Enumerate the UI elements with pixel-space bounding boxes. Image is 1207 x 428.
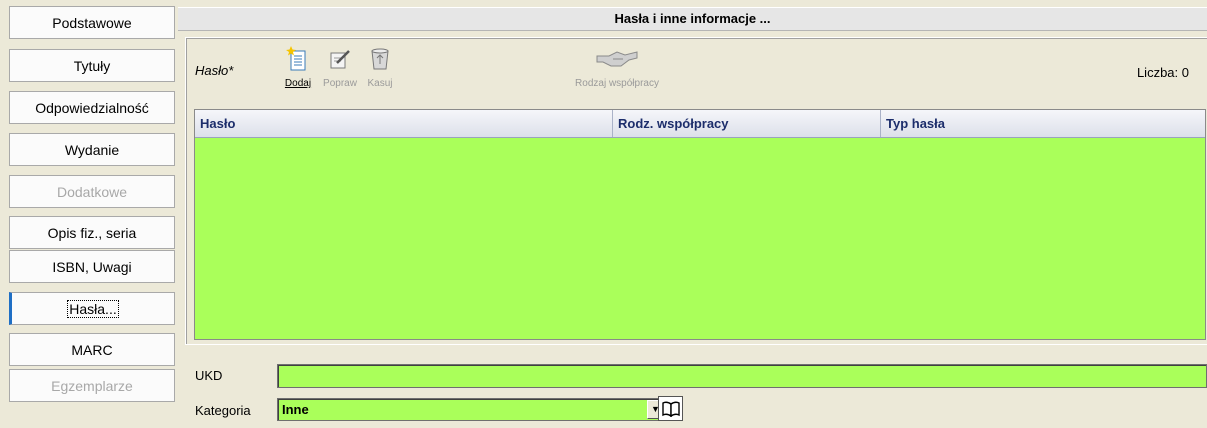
nav-label: Tytuły <box>73 57 111 74</box>
nav-opis-fiz[interactable]: Opis fiz., seria <box>9 216 175 249</box>
nav-label: Egzemplarze <box>51 377 133 394</box>
category-label: Kategoria <box>195 403 251 418</box>
nav-label: Odpowiedzialność <box>35 99 149 116</box>
table-header: Hasło Rodz. współpracy Typ hasła <box>195 110 1205 138</box>
edit-label: Popraw <box>323 78 357 89</box>
ukd-input[interactable] <box>277 364 1207 388</box>
column-header-rodz-wspolpracy[interactable]: Rodz. współpracy <box>613 110 881 137</box>
book-icon <box>661 401 680 417</box>
new-document-icon <box>286 46 310 72</box>
delete-button[interactable]: Kasuj <box>362 46 398 89</box>
haslo-label: Hasło* <box>195 63 234 78</box>
recycle-bin-icon <box>368 46 392 72</box>
cooperation-label: Rodzaj współpracy <box>575 78 659 89</box>
cooperation-button[interactable]: Rodzaj współpracy <box>562 46 672 89</box>
handshake-icon <box>595 46 639 72</box>
nav-label: Hasła... <box>67 299 119 318</box>
nav-label: Opis fiz., seria <box>47 224 137 241</box>
nav-label: Wydanie <box>64 141 120 158</box>
nav-tytuly[interactable]: Tytuły <box>9 49 175 82</box>
nav-wydanie[interactable]: Wydanie <box>9 133 175 166</box>
nav-dodatkowe[interactable]: Dodatkowe <box>9 175 175 208</box>
nav-isbn-uwagi[interactable]: ISBN, Uwagi <box>9 250 175 283</box>
nav-odpowiedzialnosc[interactable]: Odpowiedzialność <box>9 91 175 124</box>
hasla-panel: Hasła i inne informacje ... Hasło* Dodaj <box>176 0 1207 428</box>
hasla-table[interactable]: Hasło Rodz. współpracy Typ hasła <box>194 109 1206 340</box>
edit-document-icon <box>328 46 352 72</box>
add-label: Dodaj <box>284 78 312 89</box>
nav-label: Podstawowe <box>52 14 132 31</box>
ukd-label: UKD <box>195 368 223 383</box>
left-navigation: Podstawowe Tytuły Odpowiedzialność Wydan… <box>0 0 176 428</box>
nav-label: MARC <box>71 341 113 358</box>
hasla-group: Hasło* Dodaj Popraw Kasuj Rodzaj współpr… <box>185 37 1207 345</box>
add-button[interactable]: Dodaj <box>282 46 314 89</box>
delete-label: Kasuj <box>367 78 393 89</box>
count-label: Liczba: 0 <box>1136 65 1189 80</box>
column-header-haslo[interactable]: Hasło <box>195 110 613 137</box>
nav-podstawowe[interactable]: Podstawowe <box>9 6 175 39</box>
panel-title: Hasła i inne informacje ... <box>178 7 1207 31</box>
nav-label: ISBN, Uwagi <box>52 258 132 275</box>
edit-button[interactable]: Popraw <box>320 46 360 89</box>
category-value: Inne <box>282 402 309 417</box>
category-select[interactable]: Inne ▼ <box>277 398 666 421</box>
nav-marc[interactable]: MARC <box>9 333 175 366</box>
column-header-typ-hasla[interactable]: Typ hasła <box>881 110 1205 137</box>
nav-label: Dodatkowe <box>56 183 128 200</box>
nav-egzemplarze[interactable]: Egzemplarze <box>9 369 175 402</box>
dictionary-button[interactable] <box>658 396 683 421</box>
nav-hasla[interactable]: Hasła... <box>9 292 175 325</box>
toolbar: Hasło* Dodaj Popraw Kasuj Rodzaj współpr… <box>186 38 1207 110</box>
